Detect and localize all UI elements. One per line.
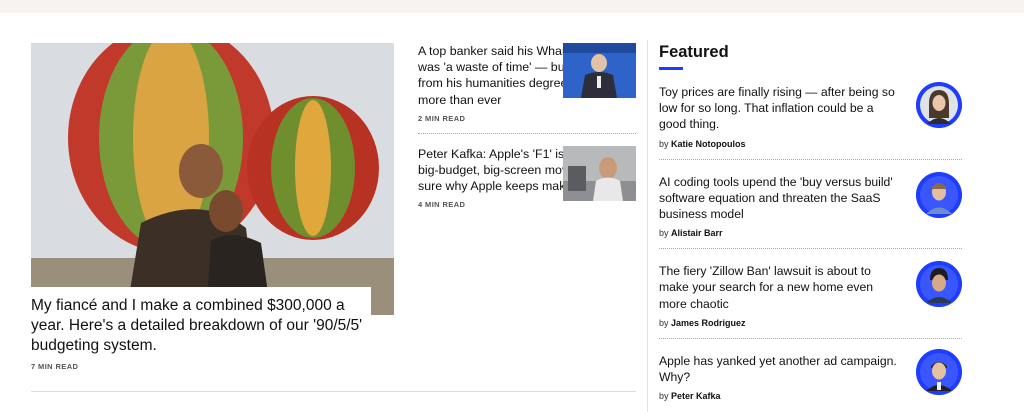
featured-headline[interactable]: Toy prices are finally rising — after be… (659, 84, 904, 133)
featured-item[interactable]: AI coding tools upend the 'buy versus bu… (659, 160, 962, 250)
story-thumbnail-banker[interactable] (563, 43, 636, 98)
featured-item[interactable]: Toy prices are finally rising — after be… (659, 70, 962, 160)
story-read-time: 4 MIN READ (418, 200, 466, 210)
hero-headline[interactable]: My fiancé and I make a combined $300,000… (31, 296, 371, 356)
author-name[interactable]: James Rodriguez (671, 318, 746, 328)
story-item[interactable]: A top banker said his Wharton MBA was 'a… (418, 43, 636, 123)
byline: by Peter Kafka (659, 391, 962, 401)
column-divider (647, 40, 648, 412)
author-avatar[interactable] (916, 82, 962, 128)
section-bottom-rule (31, 391, 636, 392)
byline: by James Rodriguez (659, 318, 962, 328)
featured-headline[interactable]: Apple has yanked yet another ad campaign… (659, 353, 904, 385)
byline: by Katie Notopoulos (659, 139, 962, 149)
author-name[interactable]: Peter Kafka (671, 391, 721, 401)
byline-prefix: by (659, 317, 669, 328)
author-avatar[interactable] (916, 171, 962, 218)
byline-prefix: by (659, 228, 669, 239)
story-item[interactable]: Peter Kafka: Apple's 'F1' is yet another… (418, 145, 636, 210)
featured-item[interactable]: The fiery 'Zillow Ban' lawsuit is about … (659, 249, 962, 339)
byline-prefix: by (659, 138, 669, 149)
story-read-time: 2 MIN READ (418, 113, 466, 123)
hero-image-balloons-couple[interactable] (31, 43, 394, 315)
featured-section: Featured Toy prices are finally rising —… (659, 43, 962, 401)
story-thumbnail-f1[interactable] (563, 145, 636, 201)
author-name[interactable]: Katie Notopoulos (671, 139, 746, 149)
featured-item[interactable]: Apple has yanked yet another ad campaign… (659, 339, 962, 401)
featured-heading: Featured (659, 43, 729, 61)
secondary-stories: A top banker said his Wharton MBA was 'a… (418, 43, 636, 209)
divider (418, 132, 636, 134)
author-avatar[interactable] (916, 261, 962, 308)
author-name[interactable]: Alistair Barr (671, 228, 723, 238)
top-bar (0, 0, 1024, 13)
byline-prefix: by (659, 391, 669, 402)
byline: by Alistair Barr (659, 228, 962, 238)
hero-text: My fiancé and I make a combined $300,000… (31, 287, 371, 371)
featured-headline[interactable]: The fiery 'Zillow Ban' lawsuit is about … (659, 263, 904, 312)
hero-read-time: 7 MIN READ (31, 362, 79, 371)
author-avatar[interactable] (916, 348, 962, 395)
featured-headline[interactable]: AI coding tools upend the 'buy versus bu… (659, 174, 904, 223)
